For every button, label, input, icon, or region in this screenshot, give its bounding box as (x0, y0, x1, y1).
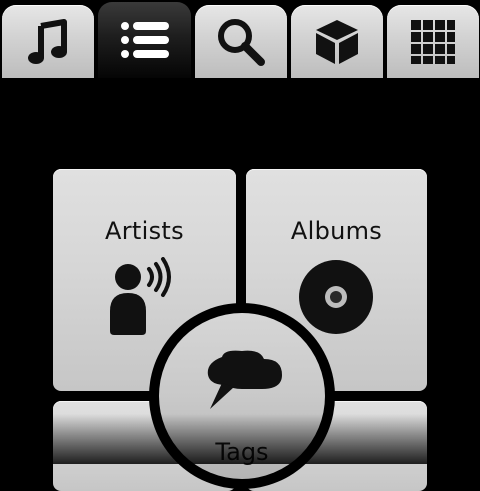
tab-now-playing[interactable] (2, 5, 94, 78)
disc-icon (299, 260, 373, 334)
tab-search[interactable] (195, 5, 287, 78)
artists-label: Artists (105, 217, 184, 245)
tab-library[interactable] (98, 2, 191, 78)
tab-more[interactable] (387, 5, 479, 78)
list-icon (120, 22, 169, 58)
tab-apps[interactable] (291, 5, 383, 78)
grid-icon (411, 19, 455, 64)
search-icon (218, 18, 265, 66)
speech-bubbles-icon (207, 350, 282, 409)
albums-label: Albums (290, 217, 383, 245)
tab-bar (0, 0, 480, 78)
tags-center-face: Tags (159, 313, 325, 479)
cube-icon (316, 19, 358, 64)
tags-center-button[interactable]: Tags (149, 303, 335, 489)
tags-label: Tags (215, 438, 269, 466)
music-note-icon (28, 18, 67, 64)
artist-speaking-icon (110, 257, 171, 335)
